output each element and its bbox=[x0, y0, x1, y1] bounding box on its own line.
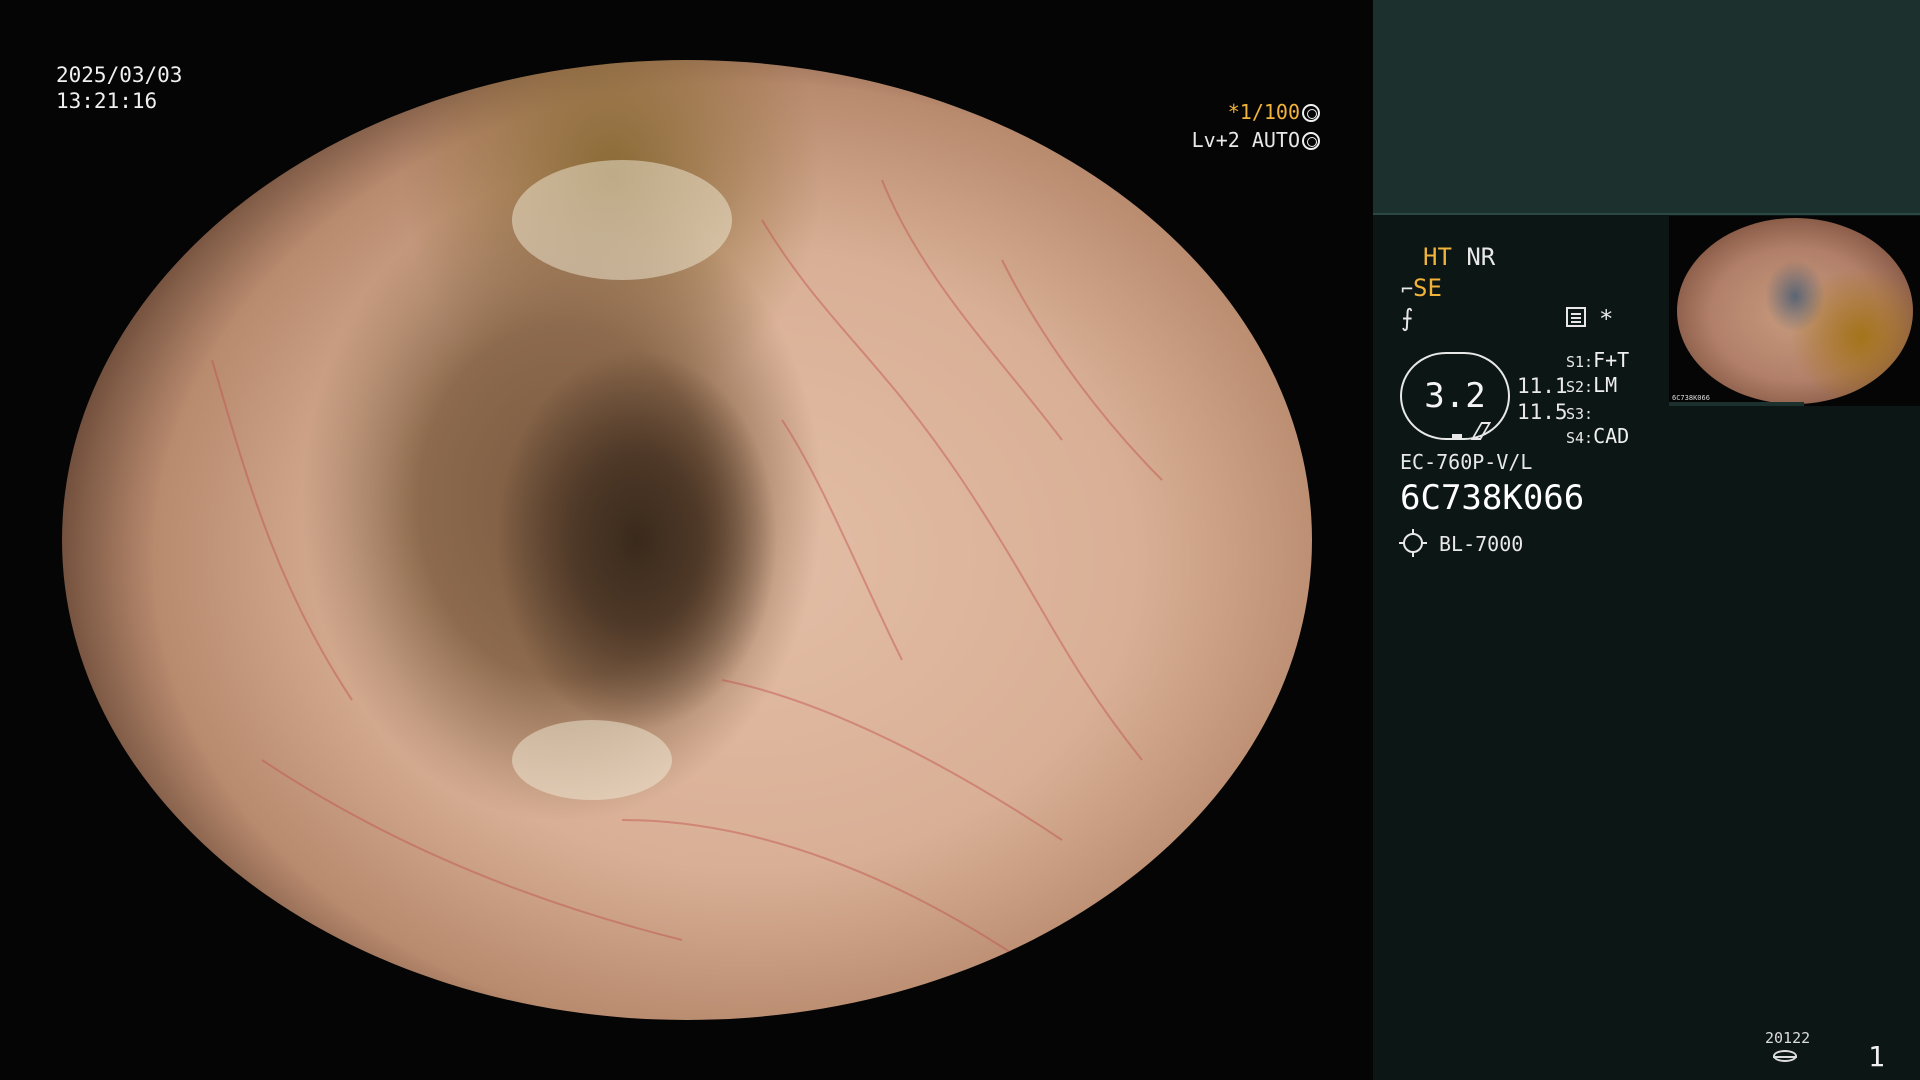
switch-s1: S1:F+T bbox=[1566, 348, 1630, 372]
pen-icon bbox=[1470, 422, 1492, 440]
exposure-readouts: *1/100 Lv+2 AUTO bbox=[1180, 98, 1320, 154]
switch-s3: S3: bbox=[1566, 405, 1594, 423]
date-time-display: 2025/03/03 13:21:16 bbox=[56, 62, 182, 114]
thumbnail-serial: 6C738K066 bbox=[1672, 394, 1710, 402]
scope-serial-label: 6C738K066 bbox=[1400, 478, 1585, 518]
star-icon: * bbox=[1599, 305, 1614, 333]
captured-image-thumbnail[interactable]: 6C738K066 bbox=[1669, 216, 1920, 406]
pump-icon: ⌐ bbox=[1401, 277, 1414, 301]
freeze-icon: ⨍ bbox=[1401, 304, 1414, 332]
settings-list-icon bbox=[1566, 307, 1586, 327]
shutter-speed-label: *1/100 bbox=[1227, 100, 1300, 124]
se-mode-label: SE bbox=[1413, 274, 1442, 302]
processing-modes-line: HT NR bbox=[1423, 243, 1495, 271]
zoom-mark-icon bbox=[1452, 434, 1462, 440]
auto-iris-icon bbox=[1302, 132, 1320, 150]
zoom-indicator: 3.2 bbox=[1400, 352, 1510, 440]
storage-icon bbox=[1773, 1050, 1797, 1062]
scope-model-label: EC-760P-V/L bbox=[1400, 450, 1533, 474]
date-label: 2025/03/03 bbox=[56, 63, 183, 87]
endoscope-image bbox=[62, 60, 1312, 1020]
page-number: 1 bbox=[1868, 1040, 1885, 1073]
light-source-icon bbox=[1399, 529, 1427, 557]
switch-s4: S4:CAD bbox=[1566, 424, 1630, 448]
readout-value-1: 11.1 bbox=[1517, 374, 1568, 398]
shutter-icon bbox=[1302, 104, 1320, 122]
image-counter: 20122 bbox=[1765, 1029, 1811, 1047]
brightness-level-label: Lv+2 AUTO bbox=[1191, 128, 1300, 152]
time-label: 13:21:16 bbox=[56, 89, 158, 113]
readout-value-2: 11.5 bbox=[1517, 400, 1568, 424]
thumbnail-image bbox=[1677, 218, 1913, 404]
ht-mode-label: HT bbox=[1423, 243, 1452, 271]
endoscopic-view: 2025/03/03 13:21:16 *1/100 Lv+2 AUTO bbox=[0, 0, 1373, 1080]
nr-mode-label: NR bbox=[1466, 243, 1496, 271]
panel-header-area bbox=[1373, 0, 1920, 215]
switch-s2: S2:LM bbox=[1566, 373, 1618, 397]
info-side-panel: 6C738K066 HT NR ⌐SE ⨍ * 3.2 11.1 11.5 S1… bbox=[1373, 0, 1920, 1080]
light-source-label: BL-7000 bbox=[1439, 532, 1524, 556]
se-mode-line: ⌐SE bbox=[1401, 274, 1442, 303]
zoom-value: 3.2 bbox=[1424, 376, 1486, 416]
